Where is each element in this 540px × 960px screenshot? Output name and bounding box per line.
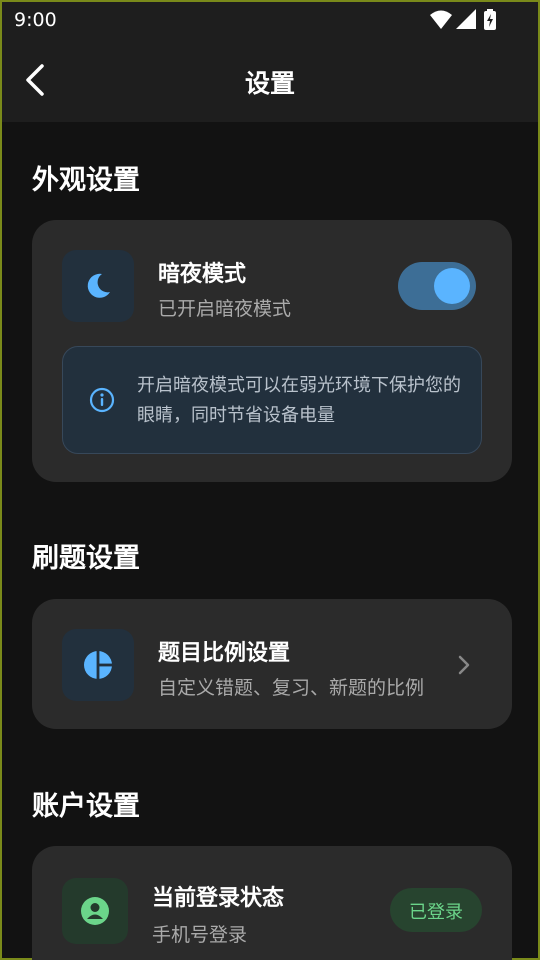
status-icons [430, 9, 496, 30]
info-icon [89, 387, 115, 413]
section-title-account: 账户设置 [32, 791, 140, 822]
user-icon [81, 897, 109, 925]
signal-icon [456, 9, 476, 29]
ratio-settings-card[interactable]: 题目比例设置 自定义错题、复习、新题的比例 [32, 599, 512, 729]
wifi-icon [430, 10, 452, 29]
login-status-badge: 已登录 [390, 888, 482, 932]
app-bar: 设置 [2, 38, 538, 122]
status-bar: 9:00 [2, 2, 538, 38]
dark-mode-toggle[interactable] [398, 262, 476, 310]
dark-mode-card: 暗夜模式 已开启暗夜模式 开启暗夜模式可以在弱光环境下保护您的眼睛，同时节省设备… [32, 220, 512, 482]
login-status-card: 当前登录状态 手机号登录 已登录 [32, 846, 512, 960]
ratio-title: 题目比例设置 [158, 641, 291, 666]
section-title-practice: 刷题设置 [32, 543, 140, 574]
chevron-right-icon [458, 655, 470, 675]
login-method: 手机号登录 [152, 924, 248, 946]
moon-icon [87, 273, 110, 298]
status-time: 9:00 [14, 9, 57, 31]
battery-icon [484, 9, 496, 30]
moon-icon-box [62, 250, 134, 322]
dark-mode-info-text: 开启暗夜模式可以在弱光环境下保护您的眼睛，同时节省设备电量 [137, 375, 461, 426]
pie-chart-icon-box [62, 629, 134, 701]
pie-chart-icon [84, 650, 113, 680]
dark-mode-subtitle: 已开启暗夜模式 [158, 298, 292, 320]
ratio-subtitle: 自定义错题、复习、新题的比例 [158, 677, 425, 699]
login-status-text: 已登录 [409, 902, 463, 923]
toggle-knob [434, 268, 470, 304]
dark-mode-title: 暗夜模式 [158, 262, 247, 287]
section-title-appearance: 外观设置 [32, 165, 140, 196]
dark-mode-info-box: 开启暗夜模式可以在弱光环境下保护您的眼睛，同时节省设备电量 [62, 346, 482, 454]
user-icon-box [62, 878, 128, 944]
login-status-title: 当前登录状态 [152, 886, 285, 911]
page-title: 设置 [244, 69, 295, 98]
